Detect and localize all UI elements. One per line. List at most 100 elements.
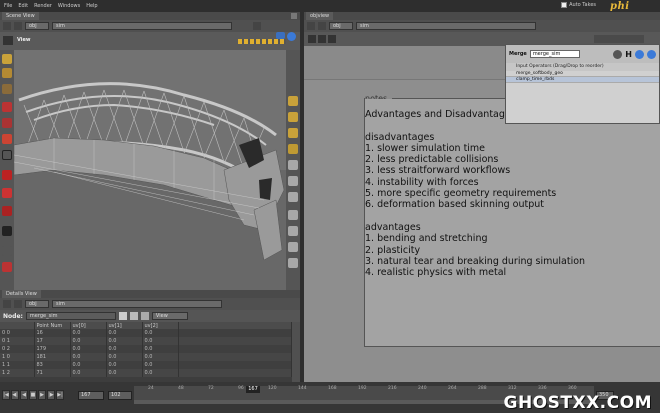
column-header[interactable] <box>0 322 35 329</box>
help-icon[interactable] <box>287 32 296 41</box>
input-list-item[interactable]: clamp_time_rbds <box>506 77 659 83</box>
light-tool-icon[interactable] <box>2 262 12 272</box>
display-icon-11[interactable] <box>288 258 298 268</box>
start-frame-field[interactable]: 167 <box>78 391 104 400</box>
sticky-note-text[interactable]: Advantages and Disadvantage disadvantage… <box>365 99 660 346</box>
menu-render[interactable]: Render <box>34 3 52 9</box>
camera-icon[interactable] <box>3 36 13 45</box>
path-sim[interactable]: sim <box>356 22 536 30</box>
display-icon-10[interactable] <box>288 242 298 252</box>
details-scrollbar[interactable] <box>292 322 300 382</box>
network-display-icons[interactable] <box>594 35 644 43</box>
move-tool-icon[interactable] <box>2 68 12 78</box>
end-frame-field[interactable]: 102 <box>108 391 132 400</box>
menu-edit[interactable]: Edit <box>18 3 28 9</box>
table-row[interactable]: 1 0 181 0.0 0.0 0.0 <box>0 353 292 361</box>
path-obj[interactable]: obj <box>25 300 49 308</box>
prims-icon[interactable] <box>129 312 138 320</box>
column-header[interactable]: Point Num <box>34 322 71 329</box>
magnet-tool-icon[interactable] <box>2 170 12 180</box>
view-options-icon[interactable] <box>276 32 285 39</box>
vertices-icon[interactable] <box>140 312 149 320</box>
path-obj[interactable]: obj <box>329 22 353 30</box>
step-back-icon[interactable]: ◀| <box>11 390 19 400</box>
display-options-strip[interactable] <box>238 39 286 44</box>
play-reverse-icon[interactable]: ◀ <box>20 390 28 400</box>
menu-file[interactable]: File <box>4 3 12 9</box>
path-sim[interactable]: sim <box>52 300 222 308</box>
auto-takes-label: Auto Takes <box>569 2 596 8</box>
points-icon[interactable] <box>118 312 127 320</box>
rotate-tool-icon[interactable] <box>2 84 12 94</box>
merge-parameter-panel: Merge merge_sim H Input Operators (Drag/… <box>505 44 660 124</box>
jump-start-icon[interactable]: |◀ <box>2 390 10 400</box>
pin-tool-icon[interactable] <box>2 226 12 236</box>
ruler-tick: 144 <box>298 386 307 391</box>
list-mode-icon[interactable] <box>308 35 316 43</box>
display-icon-2[interactable] <box>288 112 298 122</box>
gear-icon[interactable] <box>613 49 623 59</box>
table-row[interactable]: 0 1 17 0.0 0.0 0.0 <box>0 337 292 345</box>
column-header[interactable]: uv[1] <box>106 322 143 329</box>
path-sim[interactable]: sim <box>52 22 232 30</box>
pane-menu-icon[interactable] <box>291 13 297 19</box>
help-h-icon[interactable]: H <box>625 50 632 59</box>
back-arrow-icon[interactable] <box>3 300 11 308</box>
help-icon[interactable] <box>647 49 656 59</box>
select-tool-icon[interactable] <box>2 54 12 64</box>
cell: 0.0 <box>106 353 143 361</box>
tab-network-view[interactable]: objview <box>306 12 334 20</box>
snap-tool-icon[interactable] <box>2 246 12 256</box>
display-icon-5[interactable] <box>288 160 298 170</box>
table-row[interactable]: 1 1 83 0.0 0.0 0.0 <box>0 361 292 369</box>
menu-help[interactable]: Help <box>86 3 97 9</box>
stop-icon[interactable]: ■ <box>29 390 37 400</box>
jump-end-icon[interactable]: ▶| <box>56 390 64 400</box>
display-icon-6[interactable] <box>288 176 298 186</box>
3d-viewport[interactable] <box>14 50 286 290</box>
grid-mode-icon[interactable] <box>328 35 336 43</box>
viewer-toolbar: View <box>0 32 300 50</box>
column-header[interactable]: uv[0] <box>70 322 107 329</box>
cell: 0.0 <box>142 353 179 361</box>
cut-tool-icon[interactable] <box>2 188 12 198</box>
auto-takes[interactable]: Auto Takes <box>561 2 596 8</box>
node-name-field[interactable]: merge_sim <box>529 50 580 58</box>
display-icon-8[interactable] <box>288 210 298 220</box>
current-frame-indicator[interactable]: 167 <box>246 386 260 393</box>
cell: 0.0 <box>70 369 107 377</box>
step-forward-icon[interactable]: |▶ <box>47 390 55 400</box>
display-icon-3[interactable] <box>288 128 298 138</box>
pin-icon[interactable] <box>253 22 261 30</box>
paint-tool-icon[interactable] <box>2 206 12 216</box>
forward-arrow-icon[interactable] <box>318 22 326 30</box>
display-icon-4[interactable] <box>288 144 298 154</box>
path-obj[interactable]: obj <box>25 22 49 30</box>
table-row[interactable]: 0 0 16 0.0 0.0 0.0 <box>0 329 292 337</box>
cell-filler <box>178 361 292 369</box>
handle-tool-icon[interactable] <box>2 118 12 128</box>
column-header[interactable]: uv[2] <box>142 322 179 329</box>
tab-details-view[interactable]: Details View <box>2 290 41 298</box>
forward-arrow-icon[interactable] <box>14 300 22 308</box>
back-arrow-icon[interactable] <box>307 22 315 30</box>
brush-tool-icon[interactable] <box>2 150 12 160</box>
tab-scene-view[interactable]: Scene View <box>2 12 39 20</box>
display-icon-7[interactable] <box>288 192 298 202</box>
table-row[interactable]: 1 2 71 0.0 0.0 0.0 <box>0 369 292 377</box>
display-icon-1[interactable] <box>288 96 298 106</box>
view-select[interactable]: View <box>151 312 188 320</box>
menu-windows[interactable]: Windows <box>58 3 80 9</box>
pose-tool-icon[interactable] <box>2 134 12 144</box>
scale-tool-icon[interactable] <box>2 102 12 112</box>
back-arrow-icon[interactable] <box>3 22 11 30</box>
play-icon[interactable]: ▶ <box>38 390 46 400</box>
node-name-field[interactable]: merge_sim <box>25 312 116 320</box>
info-icon[interactable] <box>635 49 644 59</box>
table-row[interactable]: 0 2 179 0.0 0.0 0.0 <box>0 345 292 353</box>
forward-arrow-icon[interactable] <box>14 22 22 30</box>
tree-mode-icon[interactable] <box>318 35 326 43</box>
auto-takes-checkbox[interactable] <box>561 2 568 8</box>
cell: 0.0 <box>106 361 143 369</box>
display-icon-9[interactable] <box>288 226 298 236</box>
